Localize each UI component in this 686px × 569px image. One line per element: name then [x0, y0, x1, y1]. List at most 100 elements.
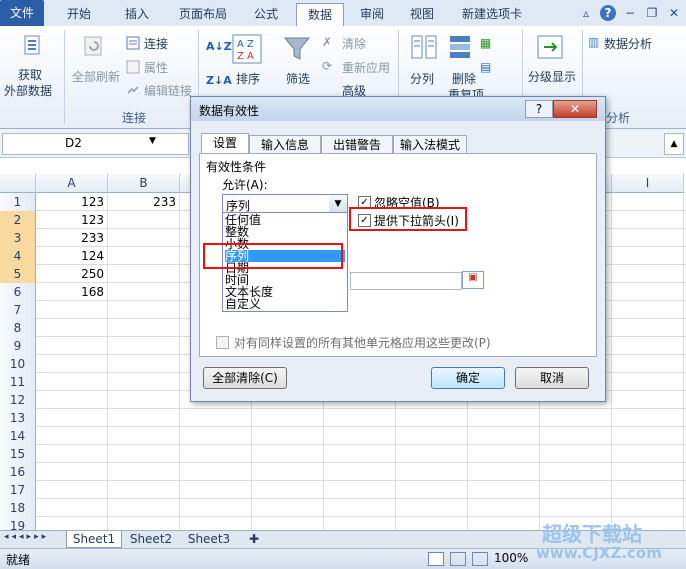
dialog-titlebar[interactable]: 数据有效性 ? ✕: [191, 97, 605, 121]
minimize-ribbon-icon[interactable]: ▵: [578, 5, 594, 21]
cell-A1[interactable]: 123: [36, 193, 104, 211]
expand-formula-icon[interactable]: ▲: [664, 133, 684, 155]
name-box[interactable]: D2 ▼: [2, 133, 189, 155]
column-header-A[interactable]: A: [36, 174, 108, 193]
sheet-nav-icon[interactable]: ◂◂◂▸▸▸: [4, 532, 49, 542]
outline-button[interactable]: 分级显示: [528, 68, 576, 85]
filter-icon: [283, 37, 311, 60]
dialog-help-button[interactable]: ?: [525, 100, 553, 118]
section-title: 有效性条件: [206, 160, 267, 174]
dialog-tab-input-message[interactable]: 输入信息: [249, 135, 321, 154]
tab-review[interactable]: 审阅: [352, 3, 392, 25]
get-external-label-2[interactable]: 外部数据: [4, 82, 52, 99]
clear-all-button[interactable]: 全部清除(C): [203, 367, 287, 389]
page-layout-view-icon[interactable]: [450, 552, 466, 566]
grid-row-line: [36, 498, 686, 499]
tab-page-layout[interactable]: 页面布局: [170, 3, 236, 25]
dialog-close-button[interactable]: ✕: [553, 100, 597, 118]
tab-insert[interactable]: 插入: [114, 3, 160, 25]
dialog-tab-ime-mode[interactable]: 输入法模式: [393, 135, 467, 154]
cell-A2[interactable]: 123: [36, 211, 104, 229]
sort-icon: A ZZ A: [232, 34, 262, 64]
cell-A6[interactable]: 168: [36, 283, 104, 301]
data-validation-icon[interactable]: ▦: [480, 36, 491, 50]
sort-az-icon[interactable]: A↓Z: [206, 40, 232, 53]
sort-button[interactable]: 排序: [236, 70, 260, 87]
properties-button[interactable]: 属性: [144, 59, 168, 76]
name-box-dropdown-icon[interactable]: ▼: [149, 136, 156, 146]
column-header-I[interactable]: I: [612, 174, 684, 193]
row-header-2[interactable]: 2: [0, 211, 36, 230]
row-header-12[interactable]: 12: [0, 391, 36, 410]
filter-button[interactable]: 筛选: [286, 70, 310, 87]
tab-formulas[interactable]: 公式: [246, 3, 286, 25]
tab-file[interactable]: 文件: [0, 0, 44, 26]
cell-A3[interactable]: 233: [36, 229, 104, 247]
sort-za-icon[interactable]: Z↓A: [206, 74, 232, 87]
data-analysis-button[interactable]: 数据分析: [604, 35, 652, 52]
help-icon[interactable]: ?: [600, 5, 616, 21]
highlight-sequence-option: [203, 243, 343, 269]
row-header-13[interactable]: 13: [0, 409, 36, 428]
source-input[interactable]: [350, 272, 462, 290]
row-header-3[interactable]: 3: [0, 229, 36, 248]
connections-button[interactable]: 连接: [144, 35, 168, 52]
tab-view[interactable]: 视图: [402, 3, 442, 25]
row-header-14[interactable]: 14: [0, 427, 36, 446]
text-to-columns-button[interactable]: 分列: [410, 70, 434, 87]
get-external-label-1[interactable]: 获取: [18, 66, 42, 83]
page-break-view-icon[interactable]: [472, 552, 488, 566]
row-header-4[interactable]: 4: [0, 247, 36, 266]
row-header-8[interactable]: 8: [0, 319, 36, 338]
cell-B1[interactable]: 233: [108, 193, 176, 211]
row-header-16[interactable]: 16: [0, 463, 36, 482]
row-header-17[interactable]: 17: [0, 481, 36, 500]
row-header-1[interactable]: 1: [0, 193, 36, 212]
row-header-11[interactable]: 11: [0, 373, 36, 392]
close-icon[interactable]: ✕: [666, 5, 682, 21]
watermark-url: www.CJXZ.com: [536, 544, 662, 562]
select-all-corner[interactable]: [0, 174, 36, 193]
allow-option[interactable]: 自定义: [225, 298, 345, 310]
restore-icon[interactable]: ❐: [644, 5, 660, 21]
tab-home[interactable]: 开始: [56, 3, 102, 25]
row-header-15[interactable]: 15: [0, 445, 36, 464]
reapply-icon: ⟳: [322, 59, 333, 73]
allow-select[interactable]: 序列 ▼: [222, 194, 348, 214]
row-header-10[interactable]: 10: [0, 355, 36, 374]
cancel-button[interactable]: 取消: [515, 367, 589, 389]
name-box-value: D2: [65, 136, 82, 150]
row-header-6[interactable]: 6: [0, 283, 36, 302]
new-sheet-icon[interactable]: ✚: [244, 531, 264, 547]
sheet-tab-1[interactable]: Sheet1: [66, 531, 122, 548]
cell-A5[interactable]: 250: [36, 265, 104, 283]
dialog-tab-error-alert[interactable]: 出错警告: [321, 135, 393, 154]
row-header-5[interactable]: 5: [0, 265, 36, 284]
ok-button[interactable]: 确定: [431, 367, 505, 389]
sheet-tab-2[interactable]: Sheet2: [124, 531, 178, 547]
remove-duplicates-button[interactable]: 删除: [452, 70, 476, 87]
apply-all-checkbox[interactable]: [216, 336, 229, 349]
tab-new[interactable]: 新建选项卡: [452, 3, 532, 25]
zoom-level[interactable]: 100%: [494, 551, 528, 565]
row-header-9[interactable]: 9: [0, 337, 36, 356]
grid-row-line: [36, 516, 686, 517]
group-separator: [64, 30, 65, 124]
row-header-18[interactable]: 18: [0, 499, 36, 518]
refresh-all-button[interactable]: 全部刷新: [72, 68, 120, 85]
grid-row-line: [36, 426, 686, 427]
reapply-button[interactable]: 重新应用: [342, 59, 390, 76]
sheet-tab-3[interactable]: Sheet3: [182, 531, 236, 547]
range-select-icon[interactable]: ▣: [462, 271, 484, 289]
consolidate-icon[interactable]: ▤: [480, 60, 491, 74]
edit-links-button[interactable]: 编辑链接: [144, 82, 192, 99]
dialog-tab-settings[interactable]: 设置: [201, 133, 249, 154]
allow-dropdown-icon[interactable]: ▼: [329, 195, 347, 213]
cell-A4[interactable]: 124: [36, 247, 104, 265]
tab-data[interactable]: 数据: [296, 3, 344, 27]
column-header-B[interactable]: B: [108, 174, 180, 193]
clear-button[interactable]: 清除: [342, 35, 366, 52]
row-header-7[interactable]: 7: [0, 301, 36, 320]
minimize-icon[interactable]: −: [622, 5, 638, 21]
normal-view-icon[interactable]: [428, 552, 444, 566]
